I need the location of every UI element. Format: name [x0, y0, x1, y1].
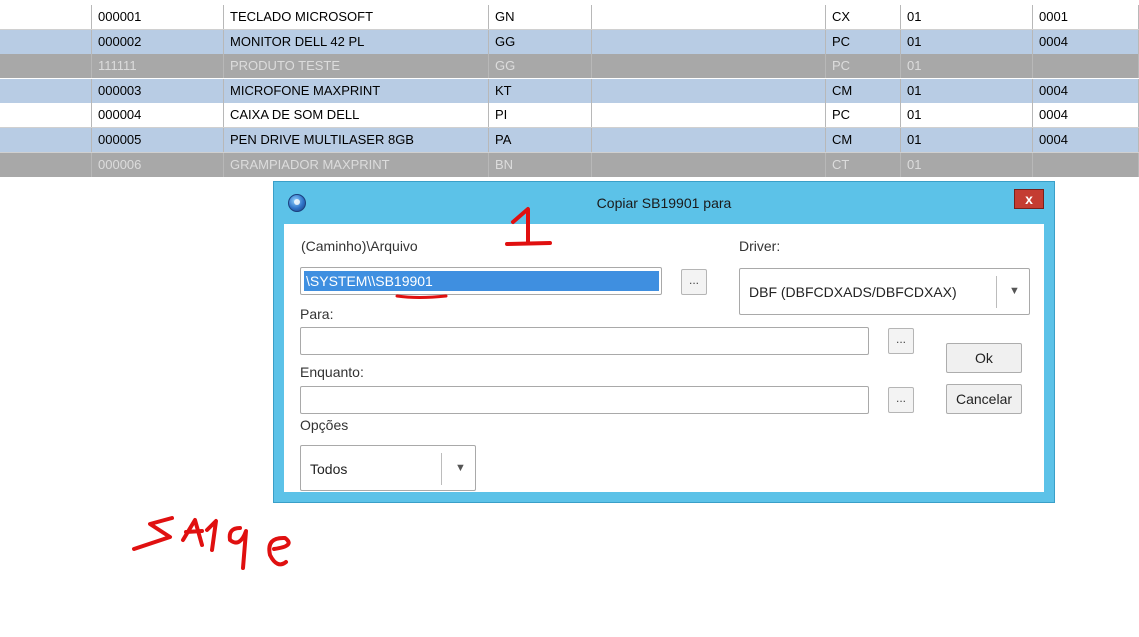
annotation-layer	[132, 207, 552, 570]
annotation-handwriting	[132, 516, 291, 570]
annotation-underline	[395, 294, 448, 299]
annotation-number-one	[505, 207, 552, 246]
